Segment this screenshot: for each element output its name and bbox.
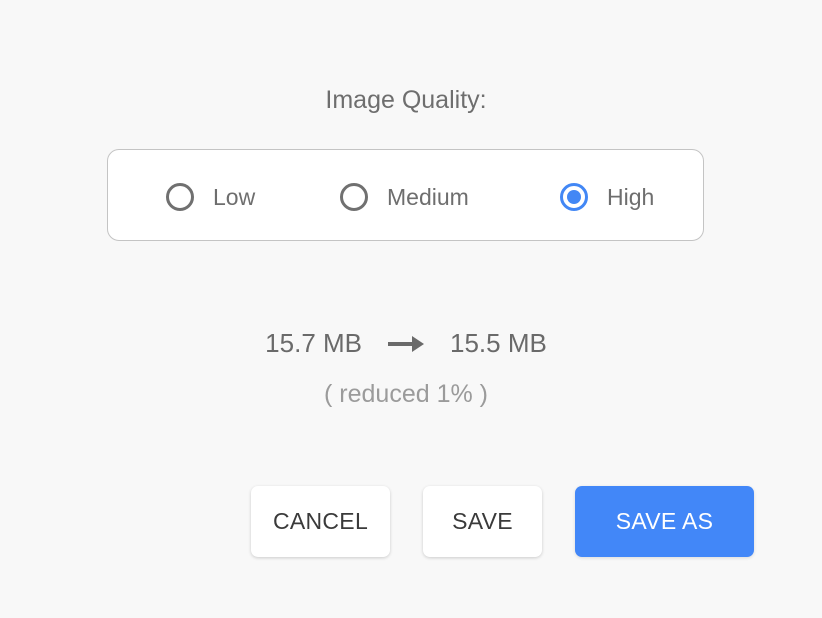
image-quality-dialog: Image Quality: Low Medium High 15.7 MB 1… xyxy=(0,0,822,618)
radio-label-low: Low xyxy=(213,183,256,210)
arrow-right-icon xyxy=(388,335,424,352)
cancel-button[interactable]: CANCEL xyxy=(251,486,390,557)
file-size-comparison: 15.7 MB 15.5 MB xyxy=(0,328,812,359)
save-button[interactable]: SAVE xyxy=(423,486,542,557)
radio-button-low[interactable] xyxy=(166,183,194,211)
new-size: 15.5 MB xyxy=(450,328,547,358)
radio-label-medium: Medium xyxy=(387,183,469,210)
reduction-percentage: ( reduced 1% ) xyxy=(324,380,488,408)
radio-option-medium[interactable]: Medium xyxy=(340,180,469,214)
radio-label-high: High xyxy=(607,183,655,210)
original-size: 15.7 MB xyxy=(265,328,362,358)
radio-button-medium[interactable] xyxy=(340,183,368,211)
radio-option-low[interactable]: Low xyxy=(166,180,255,214)
quality-radio-group: Low Medium High xyxy=(107,149,704,241)
radio-button-high[interactable] xyxy=(560,183,588,211)
dialog-title: Image Quality: xyxy=(325,86,487,114)
save-as-button[interactable]: SAVE AS xyxy=(575,486,754,557)
radio-option-high[interactable]: High xyxy=(560,180,654,214)
